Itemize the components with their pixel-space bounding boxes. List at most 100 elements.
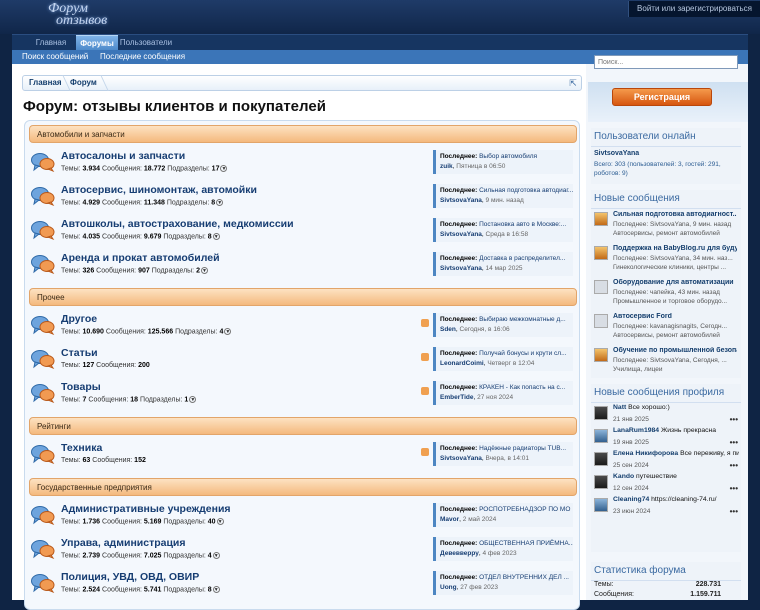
rss-icon[interactable] (421, 448, 429, 456)
last-post-box: Последнее: Выбираю межкомнатные д... Sden… (433, 313, 573, 337)
forum-title-link[interactable]: Другое (61, 313, 97, 325)
last-post-title-link[interactable]: Выбираю межкомнатные д... (479, 316, 566, 323)
tab-home[interactable]: Главная (28, 35, 74, 51)
rss-icon[interactable] (421, 319, 429, 327)
chevron-down-icon[interactable]: ▼ (189, 396, 197, 403)
tab-forums[interactable]: Форумы (76, 35, 118, 51)
threads-label: Темы: (61, 267, 81, 275)
more-options-icon[interactable]: ••• (730, 461, 738, 470)
last-post-title-link[interactable]: Получай бонусы и крути сл... (479, 350, 566, 357)
category-header[interactable]: Автомобили и запчасти (29, 125, 577, 143)
more-options-icon[interactable]: ••• (730, 415, 738, 424)
last-post-title-link[interactable]: Доставка в распределител... (479, 255, 565, 262)
new-post-title-link[interactable]: Оборудование для автоматизации (613, 279, 737, 286)
last-post-user-link[interactable]: EmberTide (440, 394, 473, 401)
avatar[interactable] (594, 406, 608, 420)
last-post-title-link[interactable]: Выбор автомобиля (479, 153, 537, 160)
avatar[interactable] (594, 498, 608, 512)
login-register-link[interactable]: Войти или зарегистрироваться (628, 1, 760, 17)
new-post-title-link[interactable]: Обучение по промышленной безопа... (613, 347, 737, 354)
forum-bubbles-icon (31, 349, 55, 370)
search-posts-link[interactable]: Поиск сообщений (22, 50, 88, 64)
last-post-user-link[interactable]: Девевверру (440, 550, 479, 557)
avatar[interactable] (594, 246, 608, 260)
profile-post-user-link[interactable]: Елена Никифорова (613, 450, 678, 457)
site-logo[interactable]: Форум отзывов (48, 2, 107, 28)
forum-title-link[interactable]: Статьи (61, 347, 98, 359)
forum-title-link[interactable]: Техника (61, 442, 102, 454)
last-post-label: Последнее: (440, 187, 478, 194)
forum-title-link[interactable]: Полиция, УВД, ОВД, ОВИР (61, 571, 199, 583)
threads-count: 3.934 (82, 165, 101, 173)
avatar[interactable] (594, 475, 608, 489)
last-post-title-link[interactable]: ОБЩЕСТВЕННАЯ ПРИЁМНА... (479, 540, 573, 547)
subforums-count: 4 (207, 552, 212, 560)
profile-post-text: Cleaning74 https://cleaning-74.ru/ (613, 496, 739, 503)
chevron-down-icon[interactable]: ▼ (224, 328, 232, 335)
chevron-down-icon[interactable]: ▼ (220, 165, 228, 172)
avatar[interactable] (594, 280, 608, 294)
jump-to-icon[interactable]: ⇱ (568, 78, 578, 88)
profile-post-user-link[interactable]: Natt (613, 404, 626, 411)
chevron-down-icon[interactable]: ▼ (212, 233, 220, 240)
new-post-title-link[interactable]: Автосервис Ford (613, 313, 737, 320)
chevron-down-icon[interactable]: ▼ (216, 518, 224, 525)
forum-title-link[interactable]: Административные учреждения (61, 503, 231, 515)
forum-title-link[interactable]: Аренда и прокат автомобилей (61, 252, 220, 264)
forum-title-link[interactable]: Автосервис, шиномонтаж, автомойки (61, 184, 257, 196)
last-post-title-link[interactable]: РОСПОТРЕБНАДЗОР ПО МО (479, 506, 570, 513)
forum-title-link[interactable]: Автосалоны и запчасти (61, 150, 185, 162)
chevron-down-icon[interactable]: ▼ (212, 586, 220, 593)
avatar[interactable] (594, 212, 608, 226)
profile-post-item: Natt Все хорошо:) 21 янв 2025 ••• (591, 403, 741, 426)
register-button[interactable]: Регистрация (612, 88, 712, 106)
forum-bubbles-icon (31, 505, 55, 526)
last-post-title-link[interactable]: ОТДЕЛ ВНУТРЕННИХ ДЕЛ ... (479, 574, 569, 581)
avatar[interactable] (594, 452, 608, 466)
category-header[interactable]: Прочее (29, 288, 577, 306)
rss-icon[interactable] (421, 353, 429, 361)
rss-icon[interactable] (421, 387, 429, 395)
last-post-box: Последнее: ОБЩЕСТВЕННАЯ ПРИЁМНА... Девевв… (433, 537, 573, 561)
avatar[interactable] (594, 314, 608, 328)
last-post-user-link[interactable]: Mavor (440, 516, 459, 523)
last-post-user-link[interactable]: SivtsovaYana (440, 455, 482, 462)
profile-post-user-link[interactable]: Cleaning74 (613, 496, 649, 503)
forum-title-link[interactable]: Управа, администрация (61, 537, 186, 549)
profile-post-text: Елена Никифорова Все переживу, я пити со… (613, 450, 739, 457)
last-post-title-link[interactable]: Надёжные радиаторы TUB... (479, 445, 566, 452)
last-post-user-link[interactable]: Uong (440, 584, 457, 591)
last-post-user-link[interactable]: SivtsovaYana (440, 265, 482, 272)
last-post-title-link[interactable]: Постановка авто в Москве:... (479, 221, 566, 228)
more-options-icon[interactable]: ••• (730, 507, 738, 516)
chevron-down-icon[interactable]: ▼ (201, 267, 208, 274)
recent-posts-link[interactable]: Последние сообщения (100, 50, 185, 64)
category-header[interactable]: Государственные предприятия (29, 478, 577, 496)
category-header[interactable]: Рейтинги (29, 417, 577, 435)
profile-post-user-link[interactable]: LanaRum1984 (613, 427, 659, 434)
chevron-down-icon[interactable]: ▼ (216, 199, 224, 206)
messages-count: 5.169 (143, 518, 162, 526)
last-post-user-link[interactable]: SivtsovaYana (440, 197, 482, 204)
avatar[interactable] (594, 348, 608, 362)
more-options-icon[interactable]: ••• (730, 484, 738, 493)
chevron-down-icon[interactable]: ▼ (212, 552, 220, 559)
forum-title-link[interactable]: Автошколы, автострахование, медкомиссии (61, 218, 294, 230)
tab-members[interactable]: Пользователи (118, 35, 174, 51)
avatar[interactable] (594, 429, 608, 443)
forum-title-link[interactable]: Товары (61, 381, 101, 393)
last-post-user-link[interactable]: LeonardCoimi (440, 360, 484, 367)
online-user-link[interactable]: SivtsovaYana (591, 147, 741, 157)
profile-post-user-link[interactable]: Kando (613, 473, 634, 480)
last-post-title-link[interactable]: КРАКЕН - Как попасть на с... (479, 384, 565, 391)
new-post-title-link[interactable]: Поддержка на BabyBlog.ru для буду... (613, 245, 737, 252)
last-post-title-link[interactable]: Сильная подготовка автодиаг... (479, 187, 573, 194)
search-input[interactable] (594, 55, 738, 69)
threads-label: Темы: (61, 165, 81, 173)
forum-stats: Темы: 4.929 Сообщения: 11.348 Подразделы… (61, 199, 224, 206)
new-post-title-link[interactable]: Сильная подготовка автодиагност... (613, 211, 737, 218)
last-post-user-link[interactable]: Sden (440, 326, 456, 333)
last-post-user-link[interactable]: SivtsovaYana (440, 231, 482, 238)
more-options-icon[interactable]: ••• (730, 438, 738, 447)
last-post-user-link[interactable]: zuik (440, 163, 453, 170)
